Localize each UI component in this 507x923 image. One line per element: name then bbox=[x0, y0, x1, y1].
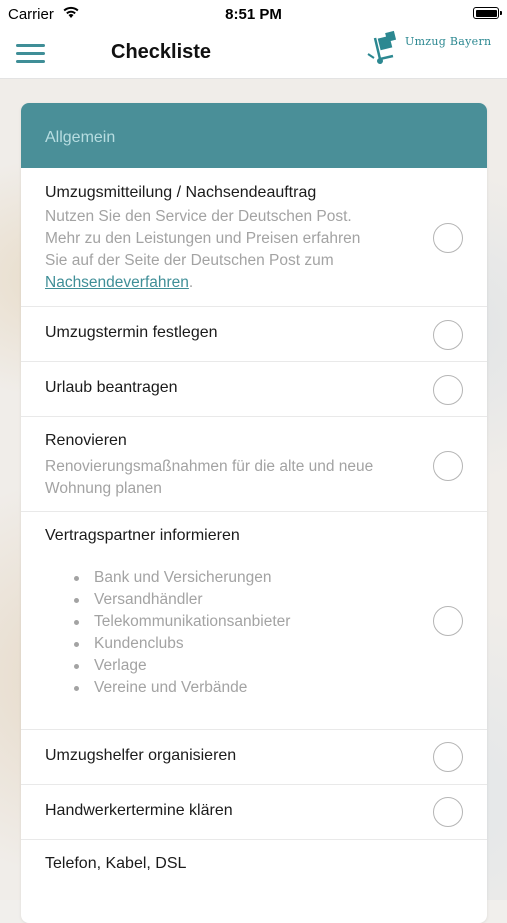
item-title: Renovieren bbox=[45, 432, 127, 449]
list-item: Vereine und Verbände bbox=[73, 677, 290, 699]
page-title: Checkliste bbox=[111, 41, 212, 63]
clock: 8:51 PM bbox=[225, 6, 282, 23]
checklist-card: Allgemein Umzugsmitteilung / Nachsendeau… bbox=[21, 103, 487, 923]
checklist-item-umzugshelfer[interactable]: Umzugshelfer organisieren bbox=[21, 729, 487, 785]
checklist-item-renovieren[interactable]: Renovieren Renovierungsmaßnahmen für die… bbox=[21, 416, 487, 512]
nachsendeverfahren-link[interactable]: Nachsendeverfahren bbox=[45, 274, 189, 291]
list-item: Telekommunikationsanbieter bbox=[73, 611, 290, 633]
checkbox-radio[interactable] bbox=[433, 320, 463, 350]
item-title: Umzugsmitteilung / Nachsendeauftrag bbox=[45, 184, 317, 201]
checklist-item-umzugstermin[interactable]: Umzugstermin festlegen bbox=[21, 306, 487, 362]
checklist-item-telefon[interactable]: Telefon, Kabel, DSL bbox=[21, 839, 487, 919]
list-item: Versandhändler bbox=[73, 589, 290, 611]
checkbox-radio[interactable] bbox=[433, 375, 463, 405]
moving-hand-truck-icon bbox=[367, 30, 397, 64]
item-title: Umzugshelfer organisieren bbox=[45, 747, 237, 764]
list-item: Bank und Versicherungen bbox=[73, 567, 290, 589]
logo-text: Umzug Bayern bbox=[405, 35, 492, 48]
item-title: Vertragspartner informieren bbox=[45, 527, 240, 544]
item-title: Umzugstermin festlegen bbox=[45, 324, 218, 341]
checkbox-radio[interactable] bbox=[433, 606, 463, 636]
item-description: Renovierungsmaßnahmen für die alte und n… bbox=[45, 458, 374, 497]
hamburger-menu-button[interactable] bbox=[16, 41, 46, 65]
section-header: Allgemein bbox=[21, 103, 487, 168]
status-bar: Carrier 8:51 PM bbox=[0, 0, 507, 28]
checkbox-radio[interactable] bbox=[433, 223, 463, 253]
checklist-item-urlaub[interactable]: Urlaub beantragen bbox=[21, 361, 487, 417]
checklist-item-vertragspartner[interactable]: Vertragspartner informieren Bank und Ver… bbox=[21, 511, 487, 730]
nav-bar: Checkliste Umzug Bayern bbox=[0, 28, 507, 79]
logo: Umzug Bayern bbox=[366, 28, 501, 68]
bullet-list: Bank und Versicherungen Versandhändler T… bbox=[45, 567, 290, 699]
item-title: Telefon, Kabel, DSL bbox=[45, 855, 187, 872]
list-item: Verlage bbox=[73, 655, 290, 677]
item-title: Handwerkertermine klären bbox=[45, 802, 233, 819]
checkbox-radio[interactable] bbox=[433, 797, 463, 827]
item-title: Urlaub beantragen bbox=[45, 379, 178, 396]
battery-icon bbox=[473, 7, 502, 19]
item-description: Nutzen Sie den Service der Deutschen Pos… bbox=[45, 208, 361, 291]
checklist-item-nachsendeauftrag[interactable]: Umzugsmitteilung / Nachsendeauftrag Nutz… bbox=[21, 168, 487, 307]
checkbox-radio[interactable] bbox=[433, 742, 463, 772]
checklist-item-handwerkertermine[interactable]: Handwerkertermine klären bbox=[21, 784, 487, 840]
list-item: Kundenclubs bbox=[73, 633, 290, 655]
checkbox-radio[interactable] bbox=[433, 451, 463, 481]
